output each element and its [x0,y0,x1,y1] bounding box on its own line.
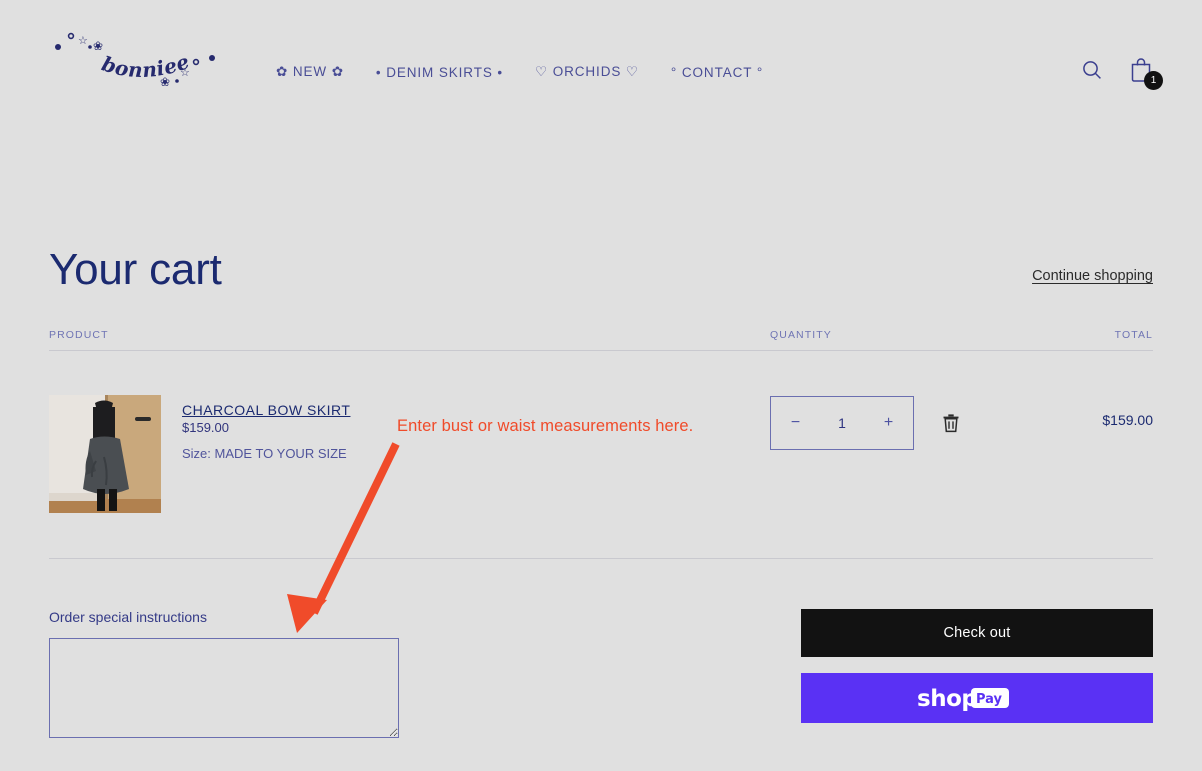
logo-arc-graphic: ☆ ❀ bonniee ❀ ☆ [55,32,215,89]
product-unit-price: $159.00 [182,420,229,435]
svg-text:shop: shop [917,686,977,712]
column-header-total: TOTAL [1114,329,1153,341]
remove-item-button[interactable] [942,413,960,433]
product-name-link[interactable]: CHARCOAL BOW SKIRT [182,402,350,418]
svg-text:Pay: Pay [976,692,1003,707]
product-thumbnail[interactable] [49,395,161,513]
cart-button[interactable]: 1 [1128,56,1163,90]
site-header: ☆ ❀ bonniee ❀ ☆ ✿ NEW ✿ • DENIM SKIRTS •… [0,0,1202,120]
nav-new[interactable]: ✿ NEW ✿ [276,64,344,80]
trash-icon [943,414,959,433]
checkout-block: Check out shop Pay [801,609,1153,743]
product-variant-size: Size: MADE TO YOUR SIZE [182,446,347,461]
cart-item-line-total: $159.00 [1102,412,1153,428]
header-actions: 1 [1080,56,1163,90]
cart-footer: Order special instructions Check out sho… [49,559,1153,743]
nav-orchids[interactable]: ♡ ORCHIDS ♡ [535,64,639,80]
main-navigation: ✿ NEW ✿ • DENIM SKIRTS • ♡ ORCHIDS ♡ ° C… [276,64,763,80]
shop-pay-logo-icon: shop Pay [917,686,1009,712]
quantity-stepper: − + [770,396,914,450]
product-photo-charcoal-bow-skirt [49,395,161,513]
order-notes-textarea[interactable] [49,638,399,738]
continue-shopping-link[interactable]: Continue shopping [1032,268,1153,284]
svg-text:❀: ❀ [160,75,170,89]
cart-container: Your cart Continue shopping PRODUCT QUAN… [49,120,1153,743]
cart-line-item: CHARCOAL BOW SKIRT $159.00 Size: MADE TO… [49,351,1153,559]
cart-count-badge: 1 [1144,71,1163,90]
cart-header-row: Your cart Continue shopping [49,120,1153,292]
check-out-button[interactable]: Check out [801,609,1153,657]
order-notes-label: Order special instructions [49,609,207,625]
column-header-quantity: QUANTITY [770,329,832,341]
column-header-product: PRODUCT [49,329,109,341]
quantity-input[interactable] [820,415,864,431]
quantity-decrease-button[interactable]: − [771,397,820,449]
nav-denim-skirts[interactable]: • DENIM SKIRTS • [376,65,503,80]
order-notes-block: Order special instructions [49,609,401,743]
quantity-increase-button[interactable]: + [864,397,913,449]
nav-contact[interactable]: ° CONTACT ° [671,65,763,80]
page-title: Your cart [49,245,222,294]
search-icon [1083,61,1101,79]
cart-item-quantity-cell: − + [770,395,1036,450]
svg-text:☆: ☆ [180,66,190,79]
svg-text:☆: ☆ [78,34,88,47]
cart-page: Your cart Continue shopping PRODUCT QUAN… [0,120,1202,743]
shop-pay-button[interactable]: shop Pay [801,673,1153,723]
product-details: CHARCOAL BOW SKIRT $159.00 Size: MADE TO… [182,395,350,513]
cart-table-header: PRODUCT QUANTITY TOTAL [49,329,1153,351]
cart-item-product-cell: CHARCOAL BOW SKIRT $159.00 Size: MADE TO… [49,395,770,513]
logo-wordmark: bonniee [99,49,193,82]
svg-text:❀: ❀ [93,39,103,53]
search-button[interactable] [1080,58,1104,82]
bonniee-logo[interactable]: ☆ ❀ bonniee ❀ ☆ [46,8,226,98]
